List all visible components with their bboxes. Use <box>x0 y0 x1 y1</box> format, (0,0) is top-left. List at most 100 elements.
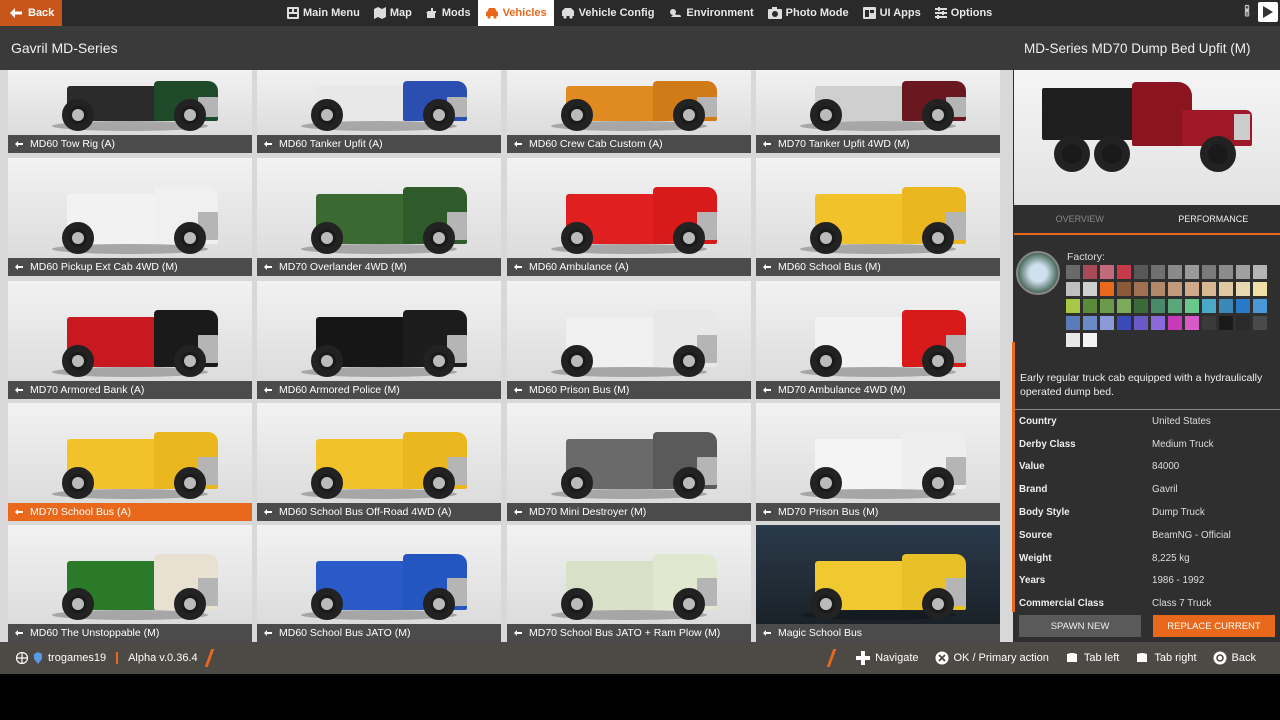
vehicle-card[interactable]: MD60 The Unstoppable (M) <box>8 525 252 642</box>
detail-scroll-area[interactable]: Factory: Early regular truck cab equippe… <box>1014 233 1280 613</box>
paint-swatch[interactable] <box>1100 316 1114 330</box>
paint-swatch[interactable] <box>1168 265 1182 279</box>
paint-swatch[interactable] <box>1185 282 1199 296</box>
paint-swatch[interactable] <box>1117 265 1131 279</box>
paint-swatch[interactable] <box>1168 316 1182 330</box>
vehicle-card[interactable]: MD70 Armored Bank (A) <box>8 281 252 399</box>
nav-main-menu[interactable]: Main Menu <box>280 0 367 26</box>
vehicle-type-icon <box>763 264 771 270</box>
spec-value: BeamNG - Official <box>1152 529 1231 541</box>
paint-swatch[interactable] <box>1083 316 1097 330</box>
paint-swatch[interactable] <box>1134 265 1148 279</box>
paint-swatch[interactable] <box>1117 282 1131 296</box>
vehicle-card[interactable]: MD70 Mini Destroyer (M) <box>507 403 751 521</box>
replace-current-button[interactable]: REPLACE CURRENT <box>1153 615 1275 637</box>
hint-tab-left[interactable]: Tab left <box>1065 652 1119 664</box>
vehicle-card[interactable]: MD60 School Bus Off-Road 4WD (A) <box>257 403 501 521</box>
scrollbar[interactable] <box>1012 342 1015 612</box>
paint-swatch[interactable] <box>1236 299 1250 313</box>
vehicle-card[interactable]: MD70 School Bus (A) <box>8 403 252 521</box>
play-icon[interactable] <box>1258 2 1278 22</box>
paint-swatch[interactable] <box>1083 282 1097 296</box>
gamepad-icon[interactable]: 🖁 <box>1238 2 1256 22</box>
paint-swatch[interactable] <box>1236 265 1250 279</box>
paint-swatch[interactable] <box>1151 265 1165 279</box>
paint-swatch[interactable] <box>1134 316 1148 330</box>
paint-swatch[interactable] <box>1219 282 1233 296</box>
vehicle-card[interactable]: MD70 Prison Bus (M) <box>756 403 1000 521</box>
paint-swatch[interactable] <box>1134 282 1148 296</box>
paint-swatch[interactable] <box>1202 265 1216 279</box>
paint-swatch[interactable] <box>1236 316 1250 330</box>
paint-swatch[interactable] <box>1185 299 1199 313</box>
nav-options[interactable]: Options <box>928 0 1000 26</box>
paint-swatch[interactable] <box>1219 299 1233 313</box>
camera-icon <box>767 7 782 19</box>
vehicle-card-label: MD70 Ambulance 4WD (M) <box>756 381 1000 399</box>
tab-performance[interactable]: PERFORMANCE <box>1147 205 1280 233</box>
paint-swatch[interactable] <box>1253 282 1267 296</box>
paint-swatch[interactable] <box>1100 299 1114 313</box>
paint-swatch[interactable] <box>1117 299 1131 313</box>
nav-vehicle-config[interactable]: Vehicle Config <box>554 0 662 26</box>
paint-swatch[interactable] <box>1253 316 1267 330</box>
nav-ui-apps[interactable]: UI Apps <box>856 0 928 26</box>
paint-swatch[interactable] <box>1253 299 1267 313</box>
paint-swatch[interactable] <box>1202 299 1216 313</box>
paint-swatch[interactable] <box>1185 265 1199 279</box>
paint-swatch[interactable] <box>1066 299 1080 313</box>
spec-value: 84000 <box>1152 461 1180 473</box>
paint-swatch[interactable] <box>1151 299 1165 313</box>
nav-environment[interactable]: Environment <box>661 0 760 26</box>
vehicle-card[interactable]: MD60 Crew Cab Custom (A) <box>507 70 751 153</box>
vehicle-card[interactable]: MD60 Pickup Ext Cab 4WD (M) <box>8 158 252 276</box>
tab-overview[interactable]: OVERVIEW <box>1013 205 1147 233</box>
spawn-new-button[interactable]: SPAWN NEW <box>1019 615 1141 637</box>
vehicle-card[interactable]: MD70 Tanker Upfit 4WD (M) <box>756 70 1000 153</box>
vehicle-type-icon <box>514 141 522 147</box>
vehicle-card[interactable]: Magic School Bus <box>756 525 1000 642</box>
vehicle-card[interactable]: MD60 Prison Bus (M) <box>507 281 751 399</box>
paint-swatch[interactable] <box>1083 265 1097 279</box>
paint-swatch[interactable] <box>1168 282 1182 296</box>
paint-swatch[interactable] <box>1202 282 1216 296</box>
hint-navigate[interactable]: Navigate <box>856 651 919 665</box>
paint-swatch[interactable] <box>1066 265 1080 279</box>
paint-swatch[interactable] <box>1236 282 1250 296</box>
back-button[interactable]: Back <box>0 0 62 26</box>
paint-swatch[interactable] <box>1151 282 1165 296</box>
vehicle-card[interactable]: MD60 School Bus JATO (M) <box>257 525 501 642</box>
factory-paint-preview <box>1016 251 1060 295</box>
paint-swatch[interactable] <box>1253 265 1267 279</box>
paint-swatch[interactable] <box>1168 299 1182 313</box>
vehicle-card[interactable]: MD60 School Bus (M) <box>756 158 1000 276</box>
nav-mods[interactable]: Mods <box>419 0 478 26</box>
paint-swatch[interactable] <box>1100 282 1114 296</box>
vehicle-card[interactable]: MD60 Tanker Upfit (A) <box>257 70 501 153</box>
hint-tab-right[interactable]: Tab right <box>1135 652 1197 664</box>
vehicle-card[interactable]: MD60 Ambulance (A) <box>507 158 751 276</box>
vehicle-card[interactable]: MD60 Armored Police (M) <box>257 281 501 399</box>
nav-photo-mode[interactable]: Photo Mode <box>761 0 856 26</box>
vehicle-card[interactable]: MD70 School Bus JATO + Ram Plow (M) <box>507 525 751 642</box>
vehicle-card[interactable]: MD70 Ambulance 4WD (M) <box>756 281 1000 399</box>
paint-swatch[interactable] <box>1219 316 1233 330</box>
paint-swatch[interactable] <box>1066 316 1080 330</box>
paint-swatch[interactable] <box>1066 333 1080 347</box>
paint-swatch[interactable] <box>1185 316 1199 330</box>
vehicle-card[interactable]: MD60 Tow Rig (A) <box>8 70 252 153</box>
paint-swatch[interactable] <box>1202 316 1216 330</box>
paint-swatch[interactable] <box>1100 265 1114 279</box>
paint-swatch[interactable] <box>1066 282 1080 296</box>
paint-swatch[interactable] <box>1083 299 1097 313</box>
nav-vehicles[interactable]: Vehicles <box>477 0 554 26</box>
paint-swatch[interactable] <box>1117 316 1131 330</box>
paint-swatch[interactable] <box>1151 316 1165 330</box>
paint-swatch[interactable] <box>1219 265 1233 279</box>
nav-map[interactable]: Map <box>367 0 419 26</box>
hint-back[interactable]: Back <box>1213 651 1256 665</box>
paint-swatch[interactable] <box>1134 299 1148 313</box>
paint-swatch[interactable] <box>1083 333 1097 347</box>
vehicle-card[interactable]: MD70 Overlander 4WD (M) <box>257 158 501 276</box>
hint-ok[interactable]: OK / Primary action <box>935 651 1049 665</box>
